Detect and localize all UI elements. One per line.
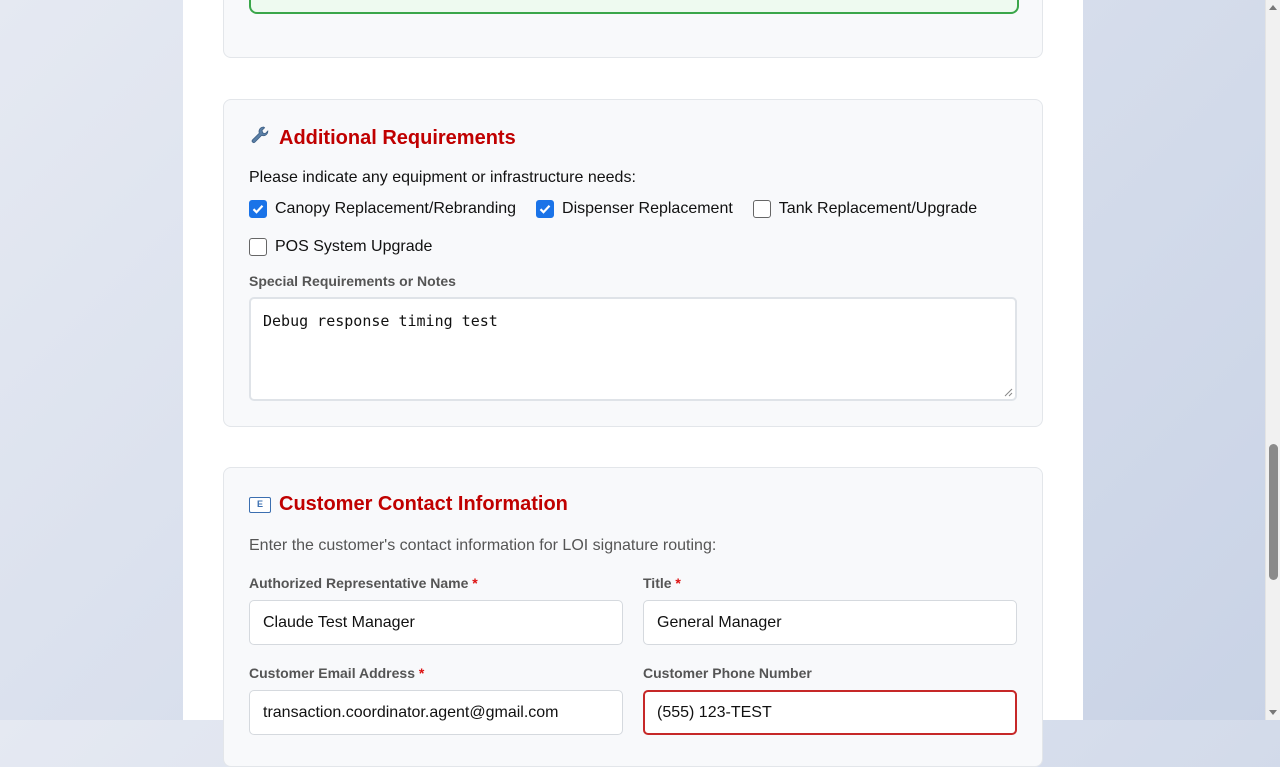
section-title-contact: E Customer Contact Information	[249, 493, 568, 516]
required-marker: *	[675, 575, 681, 591]
additional-requirements-section: Additional Requirements Please indicate …	[223, 99, 1043, 427]
checkbox-tank[interactable]: Tank Replacement/Upgrade	[752, 200, 978, 218]
checkbox-tank-label: Tank Replacement/Upgrade	[778, 200, 978, 217]
checkbox-row: POS System Upgrade	[249, 238, 432, 256]
email-input[interactable]: transaction.coordinator.agent@gmail.com	[249, 690, 623, 735]
requirements-title: Additional Requirements	[279, 126, 516, 149]
previous-section	[223, 0, 1043, 58]
checkbox-dispenser[interactable]: Dispenser Replacement	[536, 200, 733, 218]
resize-grip-icon[interactable]	[1003, 387, 1013, 397]
email-label: Customer Email Address *	[249, 665, 425, 681]
scroll-down-icon[interactable]	[1269, 710, 1277, 715]
phone-label: Customer Phone Number	[643, 665, 812, 681]
scrollbar-thumb[interactable]	[1269, 444, 1278, 580]
form-page: Additional Requirements Please indicate …	[183, 0, 1083, 767]
section-title-requirements: Additional Requirements	[249, 125, 516, 151]
notes-textarea[interactable]: Debug response timing test	[249, 297, 1017, 401]
required-marker: *	[472, 575, 478, 591]
checkbox-canopy-label: Canopy Replacement/Rebranding	[275, 200, 517, 217]
page-scrollbar[interactable]	[1265, 0, 1280, 720]
checkbox-pos-box[interactable]	[249, 238, 267, 256]
required-marker: *	[418, 665, 425, 681]
title-input[interactable]: General Manager	[643, 600, 1017, 645]
contact-description: Enter the customer's contact information…	[249, 537, 717, 554]
checkbox-canopy[interactable]: Canopy Replacement/Rebranding	[249, 200, 516, 218]
envelope-icon: E	[249, 496, 271, 513]
checkbox-canopy-box[interactable]	[249, 200, 267, 218]
checkbox-dispenser-label: Dispenser Replacement	[562, 200, 733, 217]
contact-title: Customer Contact Information	[279, 493, 568, 515]
rep-name-label: Authorized Representative Name *	[249, 575, 478, 591]
rep-name-input[interactable]: Claude Test Manager	[249, 600, 623, 645]
notes-value: Debug response timing test	[263, 312, 498, 330]
scroll-up-icon[interactable]	[1269, 5, 1277, 10]
notes-label: Special Requirements or Notes	[249, 273, 456, 289]
requirements-prompt: Please indicate any equipment or infrast…	[249, 169, 636, 186]
customer-contact-section: E Customer Contact Information Enter the…	[223, 467, 1043, 767]
checkbox-row: Canopy Replacement/Rebranding Dispenser …	[249, 200, 977, 218]
title-label: Title *	[643, 575, 681, 591]
checkbox-pos[interactable]: POS System Upgrade	[249, 238, 432, 256]
success-panel	[249, 0, 1019, 14]
wrench-icon	[249, 125, 271, 151]
checkbox-pos-label: POS System Upgrade	[275, 238, 433, 255]
checkbox-tank-box[interactable]	[752, 200, 771, 218]
checkbox-dispenser-box[interactable]	[536, 200, 555, 218]
phone-input[interactable]: (555) 123-TEST	[643, 690, 1017, 735]
